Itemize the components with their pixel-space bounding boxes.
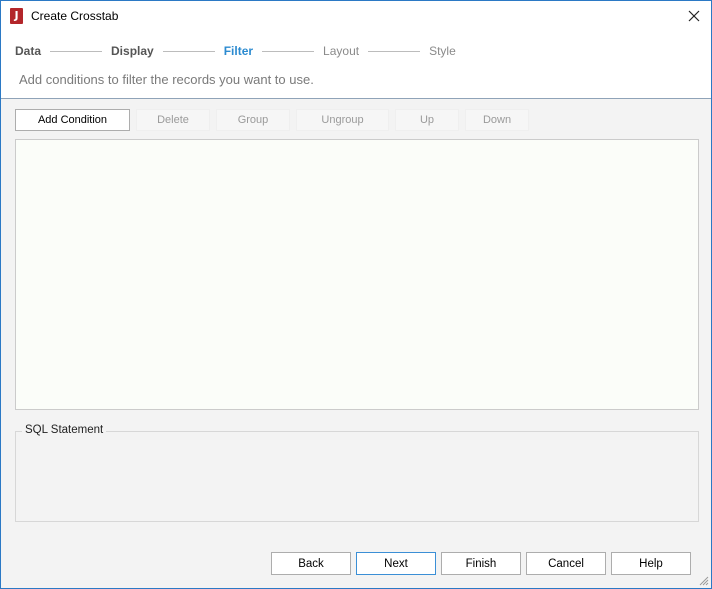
close-icon (688, 10, 700, 22)
step-layout[interactable]: Layout (323, 44, 359, 58)
next-button[interactable]: Next (356, 552, 436, 575)
condition-list-panel[interactable] (15, 139, 699, 410)
ungroup-button[interactable]: Ungroup (296, 109, 389, 131)
wizard-header: Data Display Filter Layout Style Add con… (1, 31, 711, 99)
step-style[interactable]: Style (429, 44, 456, 58)
condition-toolbar: Add Condition Delete Group Ungroup Up Do… (15, 109, 535, 131)
back-button[interactable]: Back (271, 552, 351, 575)
up-button[interactable]: Up (395, 109, 459, 131)
step-connector (162, 50, 215, 52)
close-button[interactable] (677, 1, 711, 31)
step-connector (368, 50, 421, 52)
app-icon: J (10, 8, 23, 24)
help-button[interactable]: Help (611, 552, 691, 575)
step-connector (50, 50, 103, 52)
step-description: Add conditions to filter the records you… (19, 72, 314, 87)
dialog-footer: Back Next Finish Cancel Help (271, 552, 696, 575)
step-display[interactable]: Display (111, 44, 154, 58)
cancel-button[interactable]: Cancel (526, 552, 606, 575)
step-data[interactable]: Data (15, 44, 41, 58)
wizard-steps: Data Display Filter Layout Style (15, 43, 456, 59)
title-bar: J Create Crosstab (1, 1, 711, 31)
create-crosstab-dialog: J Create Crosstab Data Display Filter La… (0, 0, 712, 589)
step-filter[interactable]: Filter (224, 44, 253, 58)
group-button[interactable]: Group (216, 109, 290, 131)
resize-grip-icon[interactable] (699, 576, 709, 586)
down-button[interactable]: Down (465, 109, 529, 131)
delete-button[interactable]: Delete (136, 109, 210, 131)
step-connector (262, 50, 315, 52)
sql-statement-group: SQL Statement (15, 424, 699, 522)
window-title: Create Crosstab (31, 9, 119, 23)
finish-button[interactable]: Finish (441, 552, 521, 575)
add-condition-button[interactable]: Add Condition (15, 109, 130, 131)
sql-statement-label: SQL Statement (22, 424, 107, 436)
